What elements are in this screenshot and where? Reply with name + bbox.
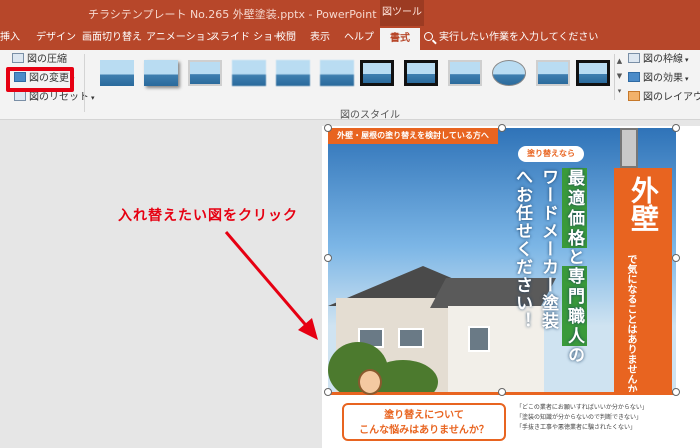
worry-item: 「塗装の知識が分からないので判断できない」 [516, 414, 643, 421]
tab-help[interactable]: ヘルプ [344, 26, 374, 50]
style-thumb[interactable] [576, 60, 610, 86]
resize-handle-e[interactable] [672, 254, 680, 262]
tab-slideshow[interactable]: スライド ショー [210, 26, 283, 50]
question-line1: 塗り替えについて [384, 410, 464, 421]
picture-layout-button[interactable]: 図のレイアウト▾ [628, 90, 700, 106]
ribbon-tabs: 挿入 デザイン 画面切り替え アニメーション スライド ショー 校閲 表示 ヘル… [0, 26, 700, 50]
chevron-down-icon[interactable]: ▼ [615, 69, 624, 84]
picture-styles-gallery [90, 54, 614, 100]
worker-avatar [358, 369, 382, 395]
style-thumb[interactable] [188, 60, 222, 86]
chevron-down-icon: ▾ [685, 75, 689, 83]
more-icon[interactable]: ▾ [615, 84, 624, 99]
resize-handle-se[interactable] [672, 388, 680, 396]
style-thumb[interactable] [492, 60, 526, 86]
resize-handle-nw[interactable] [324, 124, 332, 132]
style-thumb[interactable] [320, 60, 354, 86]
flyer-headline: 外壁 [627, 176, 660, 232]
tab-view[interactable]: 表示 [310, 26, 330, 50]
tab-design[interactable]: デザイン [36, 26, 76, 50]
instruction-callout: 入れ替えたい図をクリック [118, 208, 298, 224]
style-thumb[interactable] [100, 60, 134, 86]
effects-icon [628, 72, 640, 82]
style-thumb[interactable] [232, 60, 266, 86]
question-line2: こんな悩みはありませんか？ [359, 425, 489, 436]
selected-picture[interactable]: 外壁・屋根の塗り替えを検討している方へ 塗り替えなら 最適価格と専門職人の ワー… [328, 128, 676, 392]
border-label: 図の枠線 [643, 54, 683, 65]
flyer-line2: ワードメーカー塗装 [538, 168, 558, 330]
question-box: 塗り替えについて こんな悩みはありませんか？ [342, 403, 506, 441]
chevron-down-icon: ▾ [685, 56, 689, 64]
change-picture-highlight [6, 67, 74, 92]
tab-review[interactable]: 校閲 [276, 26, 296, 50]
tab-animations[interactable]: アニメーション [146, 26, 216, 50]
picture-tools-context-tab: 図ツール [380, 0, 424, 26]
style-thumb[interactable] [360, 60, 394, 86]
style-thumb[interactable] [536, 60, 570, 86]
worry-item: 「どこの業者にお願いすればいいか分からない」 [516, 404, 648, 411]
picture-effects-button[interactable]: 図の効果 ▾ [628, 71, 689, 87]
resize-handle-ne[interactable] [672, 124, 680, 132]
reset-picture-button[interactable]: 図のリセット ▾ [14, 90, 95, 106]
flyer-banner: 外壁・屋根の塗り替えを検討している方へ [328, 128, 498, 144]
resize-handle-s[interactable] [498, 388, 506, 396]
compress-icon [12, 53, 24, 63]
search-icon [424, 32, 433, 41]
layout-label: 図のレイアウト [643, 92, 700, 103]
pen-icon [628, 53, 640, 63]
style-thumb[interactable] [448, 60, 482, 86]
compress-pictures-button[interactable]: 図の圧縮 [12, 52, 67, 68]
ribbon-divider [84, 54, 85, 112]
flyer-lead: 塗り替えなら [518, 146, 584, 162]
reset-label: 図のリセット [29, 92, 89, 103]
chevron-up-icon[interactable]: ▲ [615, 54, 624, 69]
house-window [468, 326, 490, 352]
resize-handle-w[interactable] [324, 254, 332, 262]
flyer-line3: へお任せください！ [512, 168, 532, 330]
style-thumb[interactable] [276, 60, 310, 86]
house-window [398, 328, 424, 348]
reset-icon [14, 91, 26, 101]
effects-label: 図の効果 [643, 73, 683, 84]
resize-handle-n[interactable] [498, 124, 506, 132]
flyer-subheadline: で気になることはありませんか？ [625, 254, 636, 392]
style-thumb[interactable] [404, 60, 438, 86]
resize-handle-sw[interactable] [324, 388, 332, 396]
paint-roller-icon [620, 128, 638, 168]
tab-transitions[interactable]: 画面切り替え [82, 26, 142, 50]
tell-me-text: 実行したい作業を入力してください [439, 32, 599, 43]
worries-list: 「どこの業者にお願いすればいいか分からない」 「塗装の知識が分からないので判断で… [516, 403, 666, 433]
layout-icon [628, 91, 640, 101]
window-title: チラシテンプレート No.265 外壁塗装.pptx - PowerPoint [88, 8, 377, 21]
picture-border-button[interactable]: 図の枠線 ▾ [628, 52, 689, 68]
tab-format[interactable]: 書式 [380, 28, 420, 50]
compress-label: 図の圧縮 [27, 54, 67, 65]
worry-item: 「手抜き工事や悪徳業者に騙されたくない」 [516, 424, 637, 431]
style-thumb[interactable] [144, 60, 178, 86]
tell-me-search[interactable]: 実行したい作業を入力してください [424, 26, 598, 50]
tab-insert[interactable]: 挿入 [0, 26, 20, 50]
gallery-scroll[interactable]: ▲ ▼ ▾ [614, 54, 624, 100]
flyer-line1: 最適価格と専門職人の [562, 168, 587, 364]
group-label-picture-styles: 図のスタイル [340, 110, 400, 121]
title-bar: チラシテンプレート No.265 外壁塗装.pptx - PowerPoint … [0, 0, 700, 26]
flyer-bottom-band: 塗り替えについて こんな悩みはありませんか？ 「どこの業者にお願いすればいいか分… [328, 369, 676, 448]
